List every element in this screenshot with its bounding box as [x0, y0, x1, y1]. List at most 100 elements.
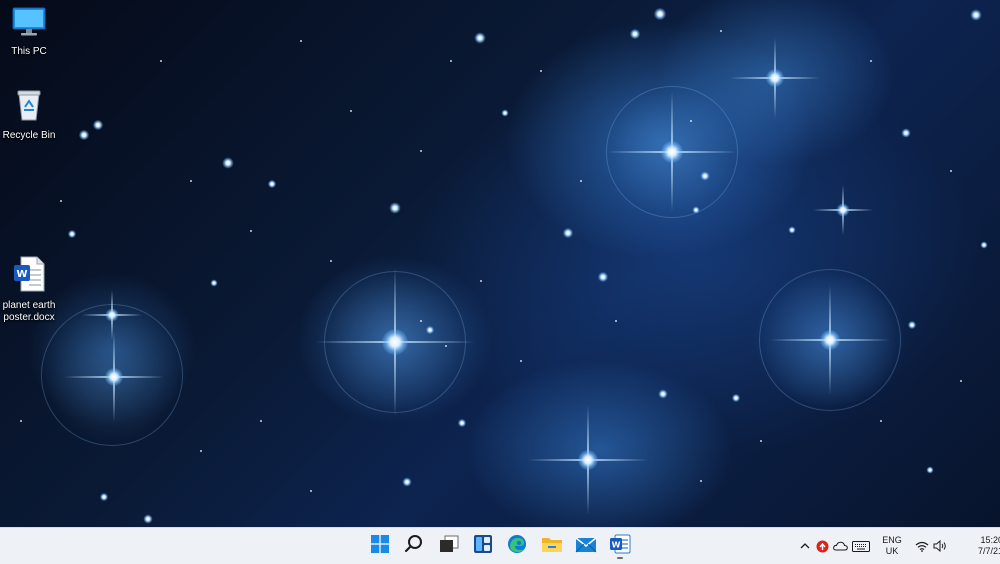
antivirus-icon[interactable] — [813, 540, 831, 553]
wifi-icon[interactable] — [913, 541, 931, 552]
desktop-icon-recycle-bin[interactable]: Recycle Bin — [0, 88, 64, 142]
start-button[interactable] — [365, 532, 395, 560]
star — [501, 109, 509, 117]
desktop-icon-this-pc[interactable]: This PC — [0, 6, 64, 58]
star — [880, 420, 882, 422]
star — [210, 279, 218, 287]
bright-star — [766, 69, 784, 87]
star — [580, 180, 582, 182]
star — [908, 321, 916, 329]
star — [426, 326, 434, 334]
search-button[interactable] — [399, 532, 429, 560]
star — [700, 171, 710, 181]
bright-star — [820, 330, 840, 350]
desktop-icon-label: Recycle Bin — [2, 130, 56, 141]
system-tray: ENG UK 15:20 7/7/21 — [797, 528, 1000, 564]
desktop-icon-label: This PC — [11, 46, 47, 57]
star — [450, 60, 452, 62]
star — [389, 202, 401, 214]
word-document-icon: W — [13, 256, 45, 297]
star — [93, 120, 103, 130]
task-view-icon — [439, 535, 459, 558]
star — [445, 345, 447, 347]
folder-icon — [541, 535, 563, 558]
bright-star — [578, 450, 598, 470]
file-explorer-button[interactable] — [537, 532, 567, 560]
star — [200, 450, 202, 452]
star — [520, 360, 522, 362]
star — [330, 260, 332, 262]
windows-start-icon — [371, 534, 389, 558]
edge-browser-icon — [507, 534, 527, 559]
star — [630, 29, 640, 39]
word-button[interactable]: W — [605, 532, 635, 560]
star — [420, 320, 422, 322]
star — [60, 200, 62, 202]
search-icon — [404, 534, 424, 559]
language-indicator[interactable]: ENG UK — [875, 535, 909, 557]
star — [788, 226, 796, 234]
star — [160, 60, 162, 62]
clock-time: 15:20 — [980, 535, 1000, 545]
star — [598, 272, 608, 282]
widgets-icon — [473, 534, 493, 559]
star — [143, 514, 153, 524]
star — [970, 9, 982, 21]
recycle-bin-icon — [14, 88, 44, 127]
keyboard-icon[interactable] — [849, 540, 873, 552]
star — [250, 230, 252, 232]
bright-star — [382, 329, 408, 355]
star — [760, 440, 762, 442]
bright-star — [836, 203, 850, 217]
word-icon: W — [609, 534, 631, 559]
star — [615, 320, 617, 322]
star — [901, 128, 911, 138]
edge-browser-button[interactable] — [502, 532, 532, 560]
star — [690, 120, 692, 122]
star — [926, 466, 934, 474]
desktop[interactable]: This PC Recycle Bin W planet earth poste… — [0, 0, 1000, 527]
star — [79, 130, 89, 140]
star — [420, 150, 422, 152]
star — [350, 110, 352, 112]
keyboard-layout: UK — [885, 546, 899, 556]
star — [268, 180, 276, 188]
star — [700, 480, 702, 482]
mail-button[interactable] — [571, 532, 601, 560]
star — [692, 206, 700, 214]
task-view-button[interactable] — [434, 532, 464, 560]
onedrive-cloud-icon[interactable] — [831, 541, 849, 551]
active-app-indicator — [617, 557, 623, 559]
bright-star — [105, 368, 123, 386]
taskbar: W ENG UK 15:2 7/7/2 — [0, 527, 1000, 564]
star — [222, 157, 234, 169]
star — [960, 380, 962, 382]
clock-date: 7/7/21 — [977, 546, 1000, 556]
star — [654, 8, 666, 20]
bright-star — [661, 141, 683, 163]
desktop-icon-word-document[interactable]: W planet earth poster.docx — [0, 256, 64, 324]
show-hidden-icons-chevron-icon[interactable] — [797, 542, 813, 550]
language-code: ENG — [882, 535, 902, 545]
svg-text:W: W — [16, 269, 27, 280]
volume-icon[interactable] — [931, 540, 949, 552]
star — [402, 477, 412, 487]
monitor-icon — [11, 6, 47, 43]
star — [658, 389, 668, 399]
star — [474, 32, 486, 44]
star — [68, 230, 76, 238]
star — [100, 493, 108, 501]
star — [732, 394, 740, 402]
star — [260, 420, 262, 422]
star — [20, 420, 22, 422]
bright-star — [105, 308, 119, 322]
clock[interactable]: 15:20 7/7/21 — [961, 535, 1000, 557]
star — [980, 241, 988, 249]
star — [950, 170, 952, 172]
desktop-icon-label: planet earth poster.docx — [2, 300, 56, 323]
star — [870, 60, 872, 62]
widgets-button[interactable] — [468, 532, 498, 560]
svg-text:W: W — [612, 540, 621, 549]
star — [458, 419, 466, 427]
star — [720, 30, 722, 32]
